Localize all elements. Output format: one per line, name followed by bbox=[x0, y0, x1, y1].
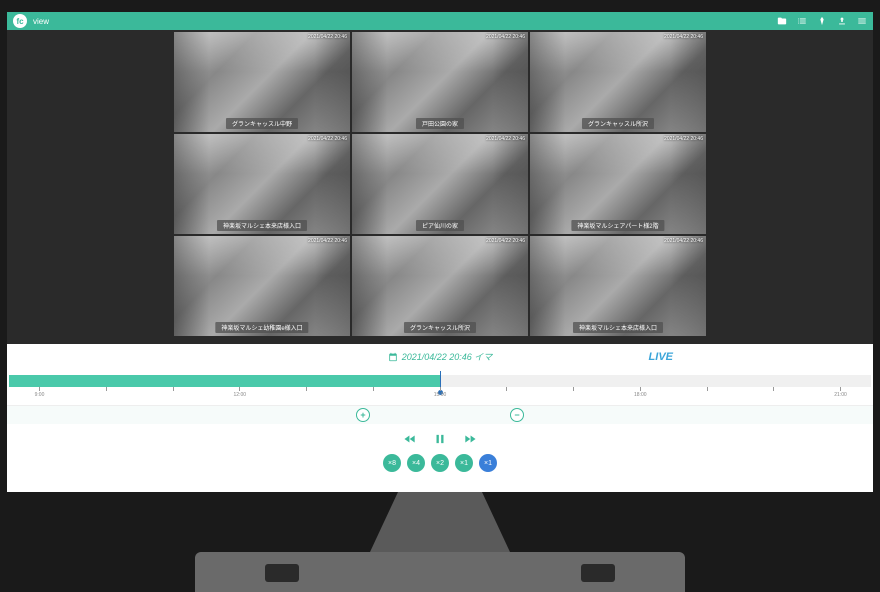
diamond-icon[interactable] bbox=[817, 16, 827, 26]
tick-label: 15:00 bbox=[434, 392, 447, 398]
camera-feed[interactable]: 2021/04/22 20:46 神楽坂マルシェ幼稚園e様入口 bbox=[174, 236, 350, 336]
speed-8x-button[interactable]: ×8 bbox=[383, 454, 401, 472]
header-actions bbox=[777, 16, 867, 26]
folder-icon[interactable] bbox=[777, 16, 787, 26]
camera-timestamp: 2021/04/22 20:46 bbox=[308, 136, 347, 142]
camera-label: ピア仙川の家 bbox=[416, 220, 464, 231]
speed-1x-button[interactable]: ×1 bbox=[455, 454, 473, 472]
camera-timestamp: 2021/04/22 20:46 bbox=[486, 238, 525, 244]
camera-feed[interactable]: 2021/04/22 20:46 神楽坂マルシェ本来店様入口 bbox=[174, 134, 350, 234]
zoom-out-button[interactable]: − bbox=[510, 408, 524, 422]
camera-timestamp: 2021/04/22 20:46 bbox=[308, 238, 347, 244]
camera-timestamp: 2021/04/22 20:46 bbox=[486, 34, 525, 40]
camera-timestamp: 2021/04/22 20:46 bbox=[664, 34, 703, 40]
list-icon[interactable] bbox=[797, 16, 807, 26]
speed-controls: ×8 ×4 ×2 ×1 ×1 bbox=[7, 452, 873, 474]
camera-label: 神楽坂マルシェ本来店様入口 bbox=[217, 220, 307, 231]
camera-feed[interactable]: 2021/04/22 20:46 ピア仙川の家 bbox=[352, 134, 528, 234]
speed-label: ×1 bbox=[484, 460, 492, 467]
camera-timestamp: 2021/04/22 20:46 bbox=[308, 34, 347, 40]
timeline-scrubber[interactable]: 9:00 12:00 15:00 18:00 21:00 bbox=[9, 367, 871, 405]
rewind-button[interactable] bbox=[403, 432, 417, 446]
camera-grid: 2021/04/22 20:46 グランキャッスル中野 2021/04/22 2… bbox=[174, 32, 706, 344]
monitor-stand-neck bbox=[370, 492, 510, 552]
camera-viewport: 2021/04/22 20:46 グランキャッスル中野 2021/04/22 2… bbox=[7, 30, 873, 344]
current-time-text: 2021/04/22 20:46 イマ bbox=[402, 350, 493, 363]
camera-feed[interactable]: 2021/04/22 20:46 グランキャッスル所沢 bbox=[352, 236, 528, 336]
camera-timestamp: 2021/04/22 20:46 bbox=[664, 238, 703, 244]
timeline-progress bbox=[9, 375, 440, 387]
camera-label: グランキャッスル所沢 bbox=[404, 322, 476, 333]
playback-controls bbox=[7, 424, 873, 452]
tick-label: 21:00 bbox=[834, 392, 847, 398]
app-logo: fc bbox=[13, 14, 27, 28]
menu-icon[interactable] bbox=[857, 16, 867, 26]
speed-4x-button[interactable]: ×4 bbox=[407, 454, 425, 472]
app-window: fc view 2021/04/22 20:46 グランキャッスル中野 2021… bbox=[7, 12, 873, 492]
speed-2x-button[interactable]: ×2 bbox=[431, 454, 449, 472]
camera-timestamp: 2021/04/22 20:46 bbox=[664, 136, 703, 142]
pause-button[interactable] bbox=[433, 432, 447, 446]
timeline-panel: 2021/04/22 20:46 イマ LIVE 9:00 12:00 15:0… bbox=[7, 344, 873, 492]
camera-feed[interactable]: 2021/04/22 20:46 神楽坂マルシェ本来店様入口 bbox=[530, 236, 706, 336]
upload-icon[interactable] bbox=[837, 16, 847, 26]
timeline-ticks: 9:00 12:00 15:00 18:00 21:00 bbox=[9, 387, 871, 401]
tick-label: 9:00 bbox=[35, 392, 45, 398]
camera-feed[interactable]: 2021/04/22 20:46 グランキャッスル所沢 bbox=[530, 32, 706, 132]
calendar-icon bbox=[388, 352, 398, 362]
camera-label: 戸田公園の家 bbox=[416, 118, 464, 129]
camera-label: グランキャッスル所沢 bbox=[582, 118, 654, 129]
speed-1x-active-button[interactable]: ×1 bbox=[479, 454, 497, 472]
speed-label: ×8 bbox=[388, 460, 396, 467]
current-time-label: 2021/04/22 20:46 イマ bbox=[388, 350, 493, 363]
camera-label: 神楽坂マルシェアパート様2階 bbox=[571, 220, 664, 231]
fast-forward-button[interactable] bbox=[463, 432, 477, 446]
speed-label: ×1 bbox=[460, 460, 468, 467]
time-display-row: 2021/04/22 20:46 イマ LIVE bbox=[7, 344, 873, 367]
app-title: view bbox=[33, 17, 49, 26]
tick-label: 12:00 bbox=[233, 392, 246, 398]
zoom-in-button[interactable]: + bbox=[356, 408, 370, 422]
tick-label: 18:00 bbox=[634, 392, 647, 398]
speed-label: ×2 bbox=[436, 460, 444, 467]
camera-label: 神楽坂マルシェ幼稚園e様入口 bbox=[215, 322, 308, 333]
camera-label: 神楽坂マルシェ本来店様入口 bbox=[573, 322, 663, 333]
live-button[interactable]: LIVE bbox=[649, 351, 673, 363]
camera-feed[interactable]: 2021/04/22 20:46 神楽坂マルシェアパート様2階 bbox=[530, 134, 706, 234]
speed-label: ×4 bbox=[412, 460, 420, 467]
camera-timestamp: 2021/04/22 20:46 bbox=[486, 136, 525, 142]
app-header: fc view bbox=[7, 12, 873, 30]
camera-label: グランキャッスル中野 bbox=[226, 118, 298, 129]
header-left: fc view bbox=[13, 14, 49, 28]
camera-feed[interactable]: 2021/04/22 20:46 グランキャッスル中野 bbox=[174, 32, 350, 132]
monitor-stand-base bbox=[195, 552, 685, 592]
camera-feed[interactable]: 2021/04/22 20:46 戸田公園の家 bbox=[352, 32, 528, 132]
zoom-controls: + − bbox=[7, 405, 873, 424]
